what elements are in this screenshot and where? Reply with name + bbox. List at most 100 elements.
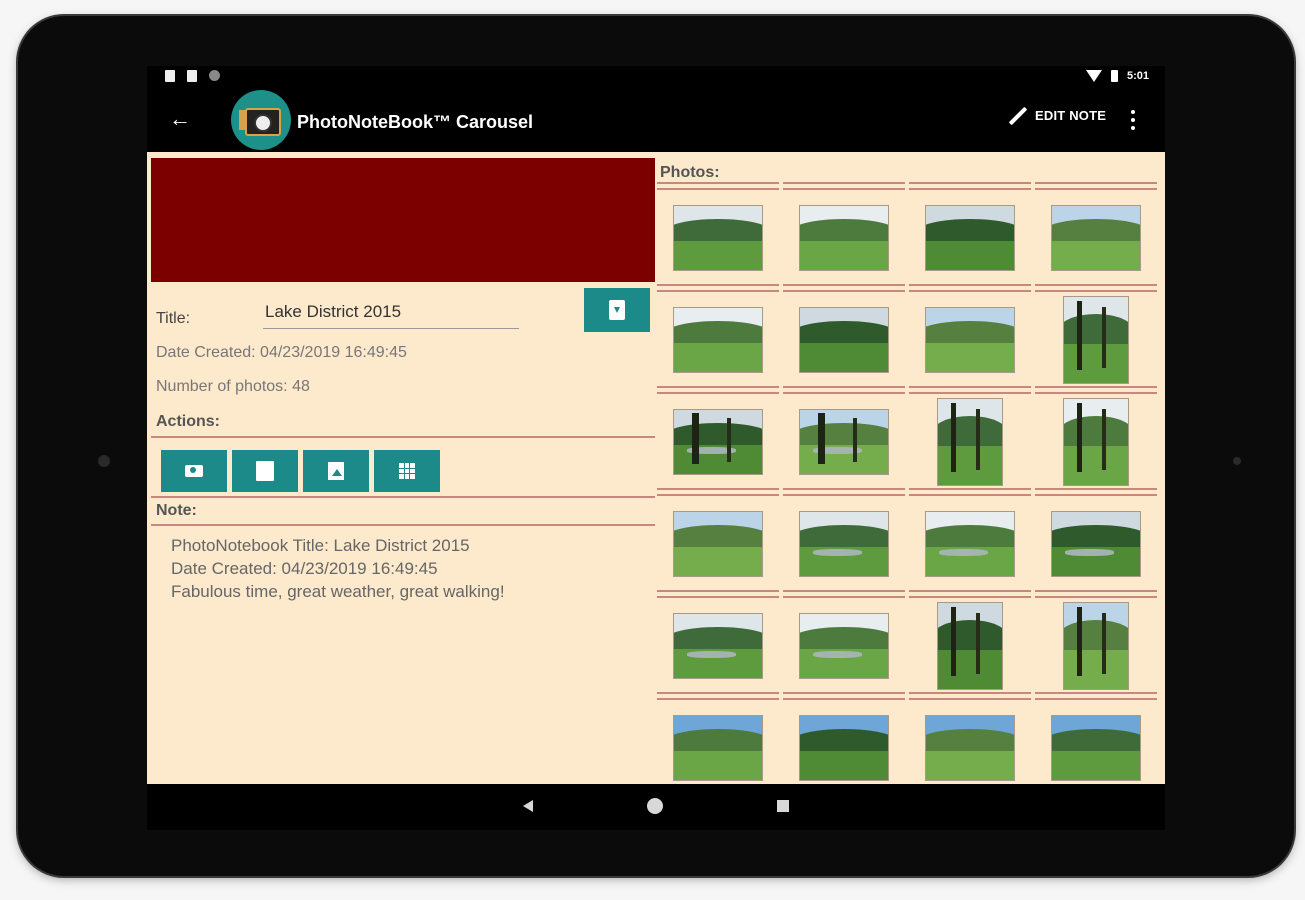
sd-card-icon [187,70,197,82]
photo-separator [783,590,905,598]
photos-pane: Photos: [655,158,1161,784]
app-bar: ← PhotoNoteBook™ Carousel EDIT NOTE [147,90,1165,152]
photo-separator [1035,182,1157,190]
sync-icon [209,70,220,81]
more-vert-icon[interactable] [1131,110,1135,130]
photo-separator [909,182,1031,190]
app-logo [231,90,291,150]
picture-icon [328,462,344,480]
nav-recents-icon[interactable] [777,800,789,812]
nav-back-icon[interactable] [523,800,533,812]
photo-separator [909,590,1031,598]
gallery-button[interactable] [303,450,369,492]
grid-icon [399,463,415,479]
photo-thumbnail[interactable] [783,192,905,284]
battery-icon [1110,70,1118,82]
photo-thumbnail[interactable] [783,396,905,488]
photo-separator [1035,284,1157,292]
actions-toolbar [161,450,440,492]
nav-home-icon[interactable] [647,798,663,814]
notebook-details-pane: Title: Lake District 2015 Date Created: … [151,158,655,784]
photo-row [657,284,1161,386]
photo-separator [657,590,779,598]
photo-thumbnail[interactable] [783,600,905,692]
status-time: 5:01 [1126,70,1149,82]
photo-thumbnail[interactable] [909,702,1031,784]
photo-separator [783,692,905,700]
photo-separator [909,692,1031,700]
save-title-button[interactable] [584,288,650,332]
edit-note-button[interactable]: EDIT NOTE [1007,106,1107,125]
photo-thumbnail[interactable] [657,498,779,590]
divider [151,524,655,526]
photo-separator [1035,386,1157,394]
photo-row [657,386,1161,488]
photo-thumbnail[interactable] [909,396,1031,488]
note-line: PhotoNotebook Title: Lake District 2015 [171,536,470,555]
photos-label: Photos: [660,164,720,181]
wifi-icon [1085,70,1102,82]
import-files-button[interactable] [232,450,298,492]
cover-banner [151,158,655,282]
photo-thumbnail[interactable] [1035,702,1157,784]
photo-thumbnail[interactable] [1035,192,1157,284]
photo-thumbnail[interactable] [1035,498,1157,590]
photo-separator [657,284,779,292]
edit-note-label: EDIT NOTE [1035,108,1107,123]
light-sensor [1233,457,1241,465]
photo-thumbnail[interactable] [657,600,779,692]
photo-thumbnail[interactable] [1035,396,1157,488]
photo-separator [909,284,1031,292]
divider [151,436,655,438]
photo-thumbnail[interactable] [657,294,779,386]
photo-separator [909,488,1031,496]
photo-thumbnail[interactable] [783,702,905,784]
note-line: Date Created: 04/23/2019 16:49:45 [171,559,438,578]
photo-row [657,590,1161,692]
photo-separator [657,386,779,394]
folder-files-icon [256,461,274,481]
photo-separator [783,488,905,496]
camera-icon [185,465,203,477]
take-photo-button[interactable] [161,450,227,492]
photo-thumbnail[interactable] [909,192,1031,284]
photo-grid [657,182,1161,784]
photo-separator [657,182,779,190]
note-label: Note: [156,502,197,519]
photo-thumbnail[interactable] [657,396,779,488]
app-screen: 5:01 ← PhotoNoteBook™ Carousel EDIT NOTE… [147,66,1165,784]
photo-thumbnail[interactable] [909,600,1031,692]
photo-separator [783,182,905,190]
title-input[interactable]: Lake District 2015 [263,298,519,329]
photo-thumbnail[interactable] [783,498,905,590]
clipboard-download-icon [609,300,625,320]
date-created: Date Created: 04/23/2019 16:49:45 [156,344,407,361]
photo-thumbnail[interactable] [1035,600,1157,692]
photo-separator [783,284,905,292]
photo-thumbnail[interactable] [1035,294,1157,386]
photo-separator [1035,692,1157,700]
title-label: Title: [156,310,191,327]
actions-label: Actions: [156,413,220,430]
note-text[interactable]: PhotoNotebook Title: Lake District 2015 … [171,534,505,603]
divider [151,496,655,498]
photo-thumbnail[interactable] [909,294,1031,386]
arrow-back-icon[interactable]: ← [169,108,191,130]
photo-row [657,488,1161,590]
photo-thumbnail[interactable] [909,498,1031,590]
pencil-icon [1008,106,1028,125]
photo-separator [1035,488,1157,496]
photo-row [657,182,1161,284]
content-area: Title: Lake District 2015 Date Created: … [147,152,1165,784]
system-nav-bar [147,784,1165,830]
grid-view-button[interactable] [374,450,440,492]
status-bar: 5:01 [147,66,1165,90]
app-title: PhotoNoteBook™ Carousel [297,112,534,132]
notification-icon [165,70,175,82]
photo-thumbnail[interactable] [783,294,905,386]
photo-separator [783,386,905,394]
number-of-photos: Number of photos: 48 [156,378,310,395]
photo-row [657,692,1161,784]
photo-thumbnail[interactable] [657,192,779,284]
photo-thumbnail[interactable] [657,702,779,784]
